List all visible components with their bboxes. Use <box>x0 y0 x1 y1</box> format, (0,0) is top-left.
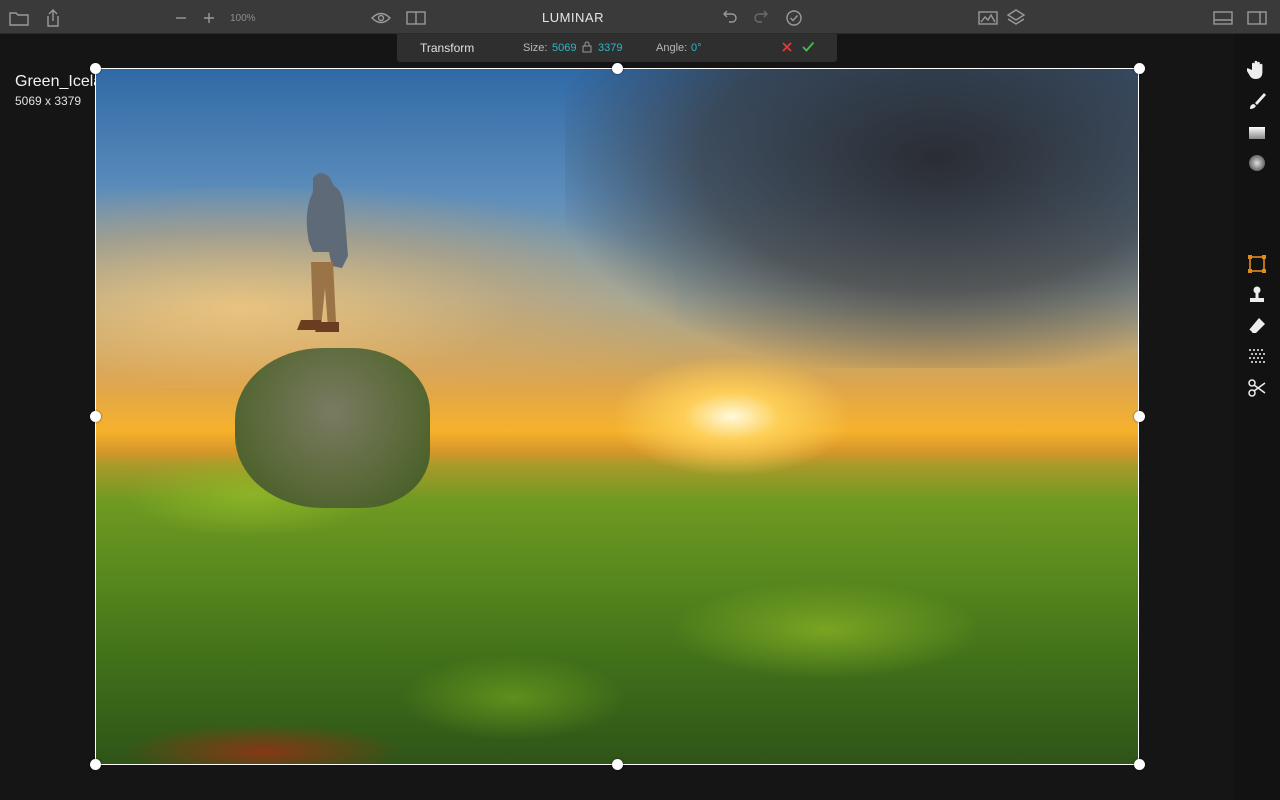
angle-field[interactable]: 0° <box>691 42 702 54</box>
file-dimensions: 5069 x 3379 <box>15 94 82 108</box>
clone-stamp-icon[interactable] <box>1246 284 1268 306</box>
crop-handle-left[interactable] <box>90 411 101 422</box>
size-label: Size: <box>523 42 548 54</box>
panel-icon[interactable] <box>1246 7 1268 29</box>
height-field[interactable]: 3379 <box>598 42 622 54</box>
crop-handle-top-right[interactable] <box>1134 63 1145 74</box>
lock-icon[interactable] <box>582 41 592 56</box>
angle-label: Angle: <box>656 42 688 54</box>
tool-sidebar <box>1234 34 1280 800</box>
photo-canvas[interactable] <box>95 68 1139 765</box>
transform-bar: Transform Size: 5069 3379 Angle: 0° <box>397 34 837 62</box>
transform-tool-icon[interactable] <box>1246 253 1268 275</box>
crop-handle-top[interactable] <box>612 63 623 74</box>
history-icon[interactable] <box>783 7 805 29</box>
layers-icon[interactable] <box>1005 7 1027 29</box>
confirm-icon[interactable] <box>801 40 815 57</box>
histogram-icon[interactable] <box>977 7 999 29</box>
crop-handle-right[interactable] <box>1134 411 1145 422</box>
app-title: LUMINAR <box>541 10 604 25</box>
erase-icon[interactable] <box>1246 315 1268 337</box>
brush-tool-icon[interactable] <box>1246 90 1268 112</box>
redo-icon[interactable] <box>751 7 773 29</box>
crop-handle-top-left[interactable] <box>90 63 101 74</box>
crop-scissors-icon[interactable] <box>1246 377 1268 399</box>
noise-icon[interactable] <box>1246 346 1268 368</box>
crop-handle-bottom-right[interactable] <box>1134 759 1145 770</box>
transform-title: Transform <box>420 41 475 55</box>
gradient-tool-icon[interactable] <box>1246 122 1268 144</box>
crop-handle-bottom-left[interactable] <box>90 759 101 770</box>
crop-handle-bottom[interactable] <box>612 759 623 770</box>
red-moss <box>95 698 515 765</box>
cancel-icon[interactable] <box>780 40 794 57</box>
top-toolbar: 100% LUMINAR <box>0 0 1280 34</box>
width-field[interactable]: 5069 <box>552 42 576 54</box>
filmstrip-icon[interactable] <box>1212 7 1234 29</box>
hiker-figure <box>297 173 348 332</box>
rock-outcrop <box>235 348 430 508</box>
hand-tool-icon[interactable] <box>1246 58 1268 80</box>
undo-icon[interactable] <box>718 7 740 29</box>
radial-tool-icon[interactable] <box>1246 152 1268 174</box>
